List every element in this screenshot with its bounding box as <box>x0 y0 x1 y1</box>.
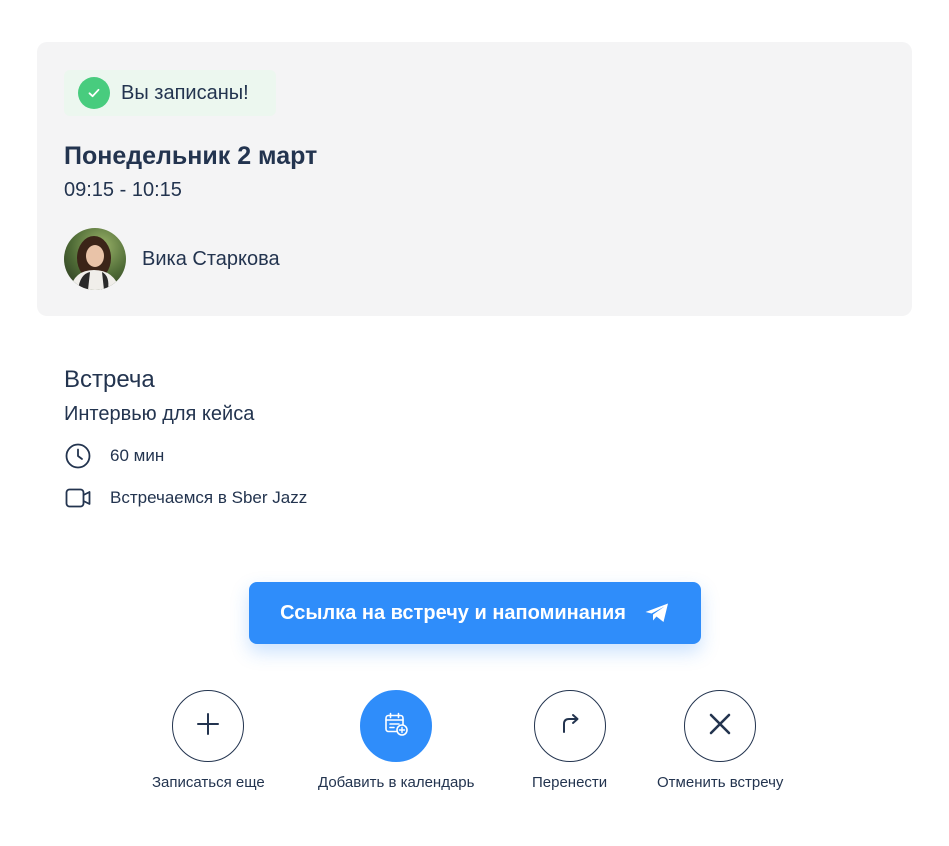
host-name: Вика Старкова <box>142 247 280 270</box>
avatar <box>64 228 126 290</box>
clock-icon <box>64 442 92 470</box>
reschedule-button[interactable] <box>533 690 606 762</box>
add-to-calendar-action[interactable]: Добавить в календарь <box>318 690 474 791</box>
cancel-meeting-button[interactable] <box>684 690 757 762</box>
meeting-description: Интервью для кейса <box>64 403 255 425</box>
close-icon <box>707 711 733 742</box>
status-badge: Вы записаны! <box>64 70 276 116</box>
reschedule-action[interactable]: Перенести <box>532 690 607 791</box>
meeting-type: Встреча <box>64 366 155 393</box>
meeting-link-button-label: Ссылка на встречу и напоминания <box>280 601 626 624</box>
duration-text: 60 мин <box>110 446 165 465</box>
add-to-calendar-label: Добавить в календарь <box>318 774 475 791</box>
host: Вика Старкова <box>64 228 280 290</box>
redo-arrow-icon <box>557 711 583 742</box>
booking-card: Вы записаны! Понедельник 2 март 09:15 - … <box>37 42 912 316</box>
reschedule-label: Перенести <box>532 774 608 791</box>
location-text: Встречаемся в Sber Jazz <box>110 488 308 507</box>
calendar-add-icon <box>382 710 410 743</box>
duration-row: 60 мин <box>64 442 164 470</box>
cancel-meeting-label: Отменить встречу <box>657 774 784 791</box>
booking-date: Понедельник 2 март <box>64 142 318 170</box>
status-text: Вы записаны! <box>121 81 249 104</box>
book-again-action[interactable]: Записаться еще <box>152 690 265 791</box>
meeting-link-button[interactable]: Ссылка на встречу и напоминания <box>249 582 701 644</box>
video-camera-icon <box>64 484 92 512</box>
check-icon <box>78 77 110 109</box>
telegram-icon <box>644 602 670 624</box>
cancel-meeting-action[interactable]: Отменить встречу <box>657 690 783 791</box>
plus-icon <box>195 711 221 742</box>
add-to-calendar-button[interactable] <box>360 690 433 762</box>
location-row: Встречаемся в Sber Jazz <box>64 484 307 512</box>
book-again-label: Записаться еще <box>152 774 265 791</box>
booking-time: 09:15 - 10:15 <box>64 179 182 201</box>
book-again-button[interactable] <box>172 690 245 762</box>
booking-confirmation-page: Вы записаны! Понедельник 2 март 09:15 - … <box>0 0 949 846</box>
